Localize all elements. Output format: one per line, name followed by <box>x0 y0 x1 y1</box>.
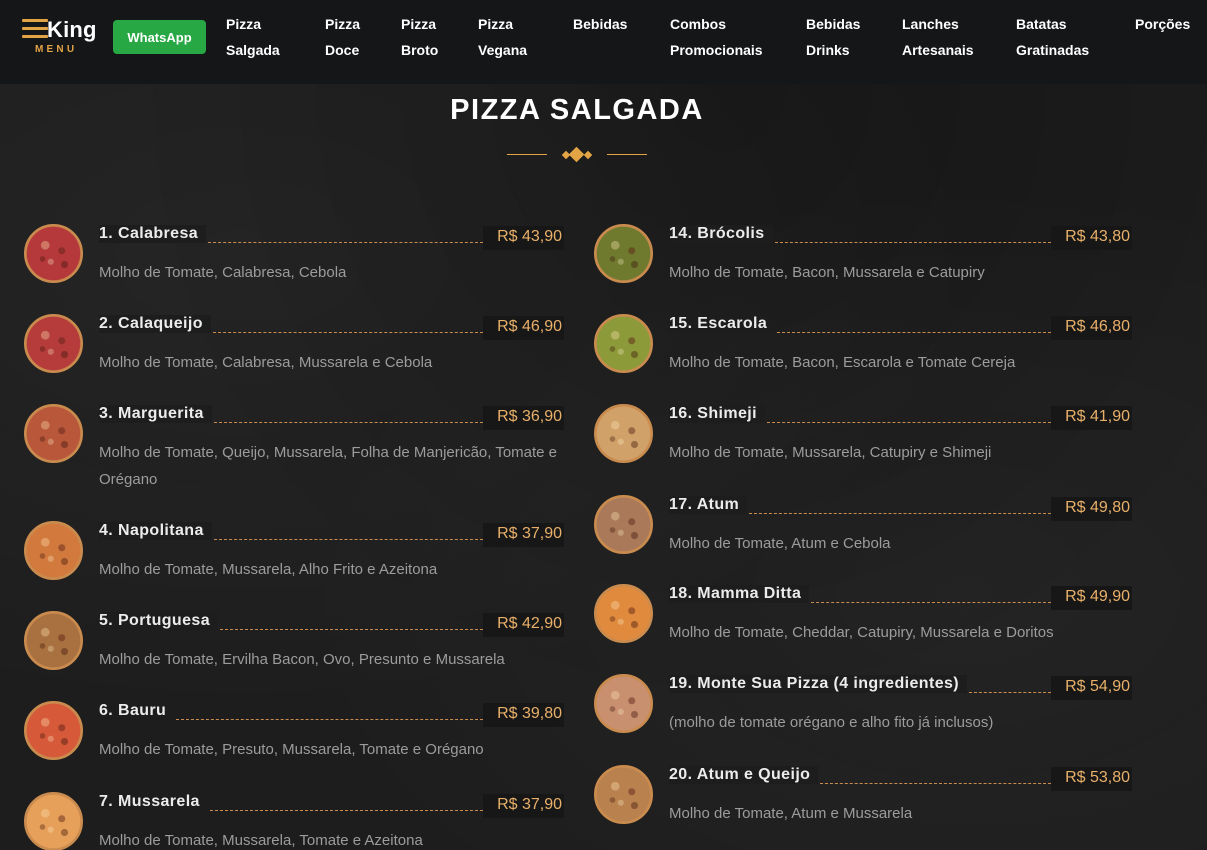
dotted-leader <box>767 422 1051 423</box>
item-price: R$ 43,80 <box>1051 226 1132 250</box>
nav-combos-promocionais[interactable]: Combos Promocionais <box>670 11 763 63</box>
ornament-divider <box>507 146 647 164</box>
nav-bebidas[interactable]: Bebidas <box>573 11 627 37</box>
item-price: R$ 37,90 <box>483 794 564 818</box>
top-navbar: King MENU WhatsApp Pizza Salgada Pizza D… <box>0 0 1207 84</box>
pizza-portuguesa-icon <box>24 611 83 670</box>
logo-king-text: King <box>47 17 97 42</box>
item-name: 6. Bauru <box>99 702 175 720</box>
nav-pizza-doce[interactable]: Pizza Doce <box>325 11 360 63</box>
item-description: Molho de Tomate, Queijo, Mussarela, Folh… <box>99 444 558 488</box>
item-price: R$ 53,80 <box>1051 767 1132 791</box>
whatsapp-button[interactable]: WhatsApp <box>113 20 206 54</box>
item-description: Molho de Tomate, Ervilha Bacon, Ovo, Pre… <box>99 651 505 668</box>
item-name: 20. Atum e Queijo <box>669 766 819 784</box>
dotted-leader <box>208 242 483 243</box>
item-price: R$ 41,90 <box>1051 406 1132 430</box>
item-name: 4. Napolitana <box>99 522 212 540</box>
item-description: Molho de Tomate, Bacon, Mussarela e Catu… <box>669 264 985 281</box>
dotted-leader <box>749 513 1051 514</box>
item-name: 18. Mamma Ditta <box>669 585 810 603</box>
item-price: R$ 39,80 <box>483 703 564 727</box>
dotted-leader <box>213 332 483 333</box>
dotted-leader <box>777 332 1051 333</box>
item-price: R$ 37,90 <box>483 523 564 547</box>
item-description: Molho de Tomate, Mussarela, Catupiry e S… <box>669 444 992 461</box>
nav-lanches-artesanais[interactable]: Lanches Artesanais <box>902 11 974 63</box>
dotted-leader <box>214 539 483 540</box>
dotted-leader <box>176 719 483 720</box>
dotted-leader <box>214 422 483 423</box>
item-description: Molho de Tomate, Bacon, Escarola e Tomat… <box>669 354 1016 371</box>
item-name: 17. Atum <box>669 496 748 514</box>
nav-porcoes[interactable]: Porções <box>1135 11 1190 37</box>
item-description: Molho de Tomate, Cheddar, Catupiry, Muss… <box>669 624 1054 641</box>
pizza-shimeji-icon <box>594 404 653 463</box>
dotted-leader <box>969 692 1051 693</box>
item-price: R$ 54,90 <box>1051 676 1132 700</box>
item-description: Molho de Tomate, Calabresa, Mussarela e … <box>99 354 433 371</box>
item-price: R$ 49,90 <box>1051 586 1132 610</box>
item-price: R$ 46,80 <box>1051 316 1132 340</box>
item-name: 15. Escarola <box>669 315 776 333</box>
nav-pizza-salgada[interactable]: Pizza Salgada <box>226 11 280 63</box>
pizza-brocolis-icon <box>594 224 653 283</box>
pizza-atum-queijo-icon <box>594 765 653 824</box>
item-price: R$ 43,90 <box>483 226 564 250</box>
item-name: 3. Marguerita <box>99 405 212 423</box>
nav-batatas-gratinadas[interactable]: Batatas Gratinadas <box>1016 11 1089 63</box>
dotted-leader <box>210 810 483 811</box>
hamburger-menu-icon[interactable] <box>22 19 48 39</box>
item-name: 16. Shimeji <box>669 405 765 423</box>
item-description: Molho de Tomate, Atum e Mussarela <box>669 805 913 822</box>
pizza-mamma-ditta-icon <box>594 584 653 643</box>
pizza-escarola-icon <box>594 314 653 373</box>
logo-menu-text: MENU <box>35 44 78 55</box>
pizza-calaqueijo-icon <box>24 314 83 373</box>
item-name: 19. Monte Sua Pizza (4 ingredientes) <box>669 675 968 693</box>
dotted-leader <box>220 629 483 630</box>
pizza-monte-sua-icon <box>594 674 653 733</box>
dotted-leader <box>775 242 1051 243</box>
item-description: Molho de Tomate, Atum e Cebola <box>669 535 891 552</box>
pizza-atum-icon <box>594 495 653 554</box>
nav-pizza-vegana[interactable]: Pizza Vegana <box>478 11 527 63</box>
dotted-leader <box>820 783 1051 784</box>
section-title: PIZZA SALGADA <box>450 94 704 126</box>
item-price: R$ 46,90 <box>483 316 564 340</box>
item-description: Molho de Tomate, Mussarela, Alho Frito e… <box>99 561 438 578</box>
nav-bebidas-drinks[interactable]: Bebidas Drinks <box>806 11 860 63</box>
item-description: Molho de Tomate, Mussarela, Tomate e Aze… <box>99 832 423 849</box>
king-menu-logo[interactable]: King MENU <box>22 17 102 59</box>
item-name: 5. Portuguesa <box>99 612 219 630</box>
pizza-calabresa-icon <box>24 224 83 283</box>
item-name: 7. Mussarela <box>99 793 208 811</box>
item-price: R$ 49,80 <box>1051 497 1132 521</box>
dotted-leader <box>811 602 1051 603</box>
pizza-bauru-icon <box>24 701 83 760</box>
item-price: R$ 42,90 <box>483 613 564 637</box>
pizza-mussarela-icon <box>24 792 83 850</box>
pizza-marguerita-icon <box>24 404 83 463</box>
nav-pizza-broto[interactable]: Pizza Broto <box>401 11 438 63</box>
pizza-napolitana-icon <box>24 521 83 580</box>
item-description: Molho de Tomate, Presuto, Mussarela, Tom… <box>99 741 484 758</box>
item-name: 1. Calabresa <box>99 225 207 243</box>
item-description: Molho de Tomate, Calabresa, Cebola <box>99 264 347 281</box>
item-price: R$ 36,90 <box>483 406 564 430</box>
item-name: 2. Calaqueijo <box>99 315 211 333</box>
item-name: 14. Brócolis <box>669 225 773 243</box>
item-description: (molho de tomate orégano e alho fito já … <box>669 714 994 731</box>
